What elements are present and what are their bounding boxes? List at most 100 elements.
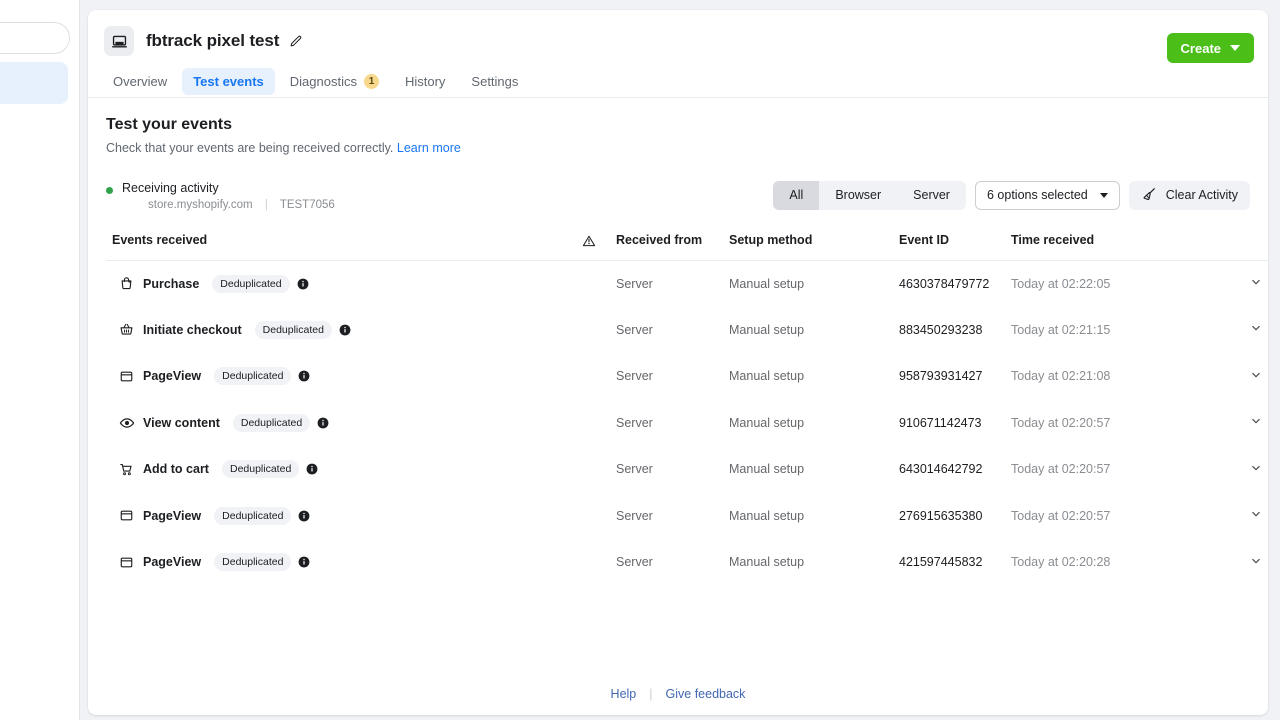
cell-expand: [1226, 353, 1268, 400]
tab-diagnostics[interactable]: Diagnostics 1: [279, 68, 390, 95]
diagnostics-badge: 1: [363, 74, 379, 89]
chevron-down-icon[interactable]: [1249, 554, 1263, 568]
info-icon[interactable]: [298, 556, 310, 568]
options-dropdown[interactable]: 6 options selected: [974, 180, 1120, 210]
filter-server-button[interactable]: Server: [897, 181, 966, 210]
filter-controls: All Browser Server 6 options selected Cl…: [773, 180, 1250, 210]
cell-warning: [561, 353, 616, 400]
chevron-down-icon[interactable]: [1249, 507, 1263, 521]
activity-status-block: Receiving activity store.myshopify.com |…: [106, 180, 335, 211]
browser-icon: [118, 369, 135, 384]
col-event-id: Event ID: [899, 233, 1011, 261]
info-icon[interactable]: [298, 370, 310, 382]
source-segmented-control: All Browser Server: [773, 180, 966, 210]
cell-expand: [1226, 493, 1268, 540]
main-card: fbtrack pixel test Create Overview Test …: [88, 10, 1268, 715]
clear-activity-button[interactable]: Clear Activity: [1128, 180, 1250, 210]
cell-setup-method: Manual setup: [729, 462, 805, 477]
chevron-down-icon[interactable]: [1249, 275, 1263, 289]
info-icon[interactable]: [297, 278, 309, 290]
left-sidebar: [0, 0, 80, 720]
tab-label: Overview: [113, 74, 168, 89]
event-name: PageView: [143, 508, 202, 523]
page-body: Test your events Check that your events …: [88, 98, 1268, 586]
info-icon[interactable]: [317, 417, 329, 429]
cell-expand: [1226, 260, 1268, 307]
cell-event: Purchase Deduplicated: [106, 260, 561, 307]
col-received-from: Received from: [616, 233, 729, 261]
filter-browser-button[interactable]: Browser: [819, 181, 897, 210]
tab-label: Settings: [471, 74, 519, 89]
tab-label: Diagnostics: [289, 74, 357, 89]
cell-received-from: Server: [616, 555, 653, 570]
cell-received-from: Server: [616, 369, 653, 384]
col-setup-method: Setup method: [729, 233, 899, 261]
store-domain: store.myshopify.com: [148, 198, 253, 211]
browser-icon: [118, 508, 135, 523]
section-title: Test your events: [106, 116, 232, 133]
event-name: Initiate checkout: [143, 322, 242, 337]
section-subtitle: Check that your events are being receive…: [106, 141, 1250, 155]
status-dot-icon: [106, 186, 113, 194]
cell-event: PageView Deduplicated: [106, 353, 561, 400]
cell-expand: [1226, 307, 1268, 354]
cell-event: View content Deduplicated: [106, 400, 561, 447]
info-icon[interactable]: [306, 463, 318, 475]
cell-setup-method: Manual setup: [729, 276, 805, 291]
cell-received-from: Server: [616, 276, 653, 291]
cell-received-from: Server: [616, 415, 653, 430]
cell-warning: [561, 260, 616, 307]
cell-received-from: Server: [616, 462, 653, 477]
chevron-down-icon[interactable]: [1249, 321, 1263, 335]
create-button-label: Create: [1180, 40, 1221, 56]
tab-history[interactable]: History: [394, 68, 456, 95]
table-row[interactable]: PageView Deduplicated Server Manual setup 42…: [106, 539, 1268, 586]
deduplicated-badge: Deduplicated: [221, 460, 300, 479]
table-row[interactable]: Purchase Deduplicated Server Manual setup 46…: [106, 260, 1268, 307]
info-icon[interactable]: [339, 324, 351, 336]
tab-settings[interactable]: Settings: [460, 68, 529, 95]
chevron-down-icon: [1230, 45, 1240, 51]
deduplicated-badge: Deduplicated: [214, 553, 292, 572]
info-icon[interactable]: [298, 510, 310, 522]
deduplicated-badge: Deduplicated: [232, 413, 311, 432]
sidebar-search-input[interactable]: [0, 22, 70, 54]
create-button[interactable]: Create: [1166, 33, 1254, 63]
cell-expand: [1226, 539, 1268, 586]
tab-test-events[interactable]: Test events: [182, 68, 275, 95]
shopping-bag-icon: [118, 276, 135, 291]
footer-separator: |: [649, 687, 653, 701]
pencil-icon[interactable]: [288, 34, 303, 49]
table-row[interactable]: Add to cart Deduplicated Server Manual setu…: [106, 446, 1268, 493]
chevron-down-icon[interactable]: [1249, 368, 1263, 382]
eye-icon: [118, 415, 135, 431]
cell-event-id: 910671142473: [899, 415, 982, 430]
help-link[interactable]: Help: [611, 687, 637, 701]
cell-event: PageView Deduplicated: [106, 539, 561, 586]
event-name: PageView: [143, 369, 202, 384]
event-name: View content: [143, 415, 220, 430]
tab-overview[interactable]: Overview: [102, 68, 178, 95]
cell-event-id: 883450293238: [899, 322, 983, 337]
col-time-received: Time received: [1011, 233, 1226, 261]
broom-icon: [1141, 186, 1157, 205]
cell-event-id: 276915635380: [899, 508, 983, 523]
filter-all-button[interactable]: All: [773, 180, 820, 210]
table-row[interactable]: PageView Deduplicated Server Manual setup 95…: [106, 353, 1268, 400]
activity-status-label: Receiving activity: [122, 180, 219, 195]
learn-more-link[interactable]: Learn more: [397, 141, 461, 155]
cell-warning: [561, 400, 616, 447]
test-code: TEST7056: [279, 198, 335, 211]
chevron-down-icon[interactable]: [1249, 461, 1263, 475]
table-row[interactable]: View content Deduplicated Server Manual set…: [106, 400, 1268, 447]
cell-time-received: Today at 02:20:28: [1011, 555, 1111, 570]
cell-event: Add to cart Deduplicated: [106, 446, 561, 493]
cell-setup-method: Manual setup: [729, 508, 805, 523]
table-body: Purchase Deduplicated Server Manual setup 46…: [106, 260, 1268, 586]
table-row[interactable]: PageView Deduplicated Server Manual setup 27…: [106, 493, 1268, 540]
table-row[interactable]: Initiate checkout Deduplicated Server Manua…: [106, 307, 1268, 354]
give-feedback-link[interactable]: Give feedback: [666, 687, 746, 701]
chevron-down-icon[interactable]: [1249, 414, 1263, 428]
sidebar-selected-item[interactable]: [0, 62, 68, 104]
deduplicated-badge: Deduplicated: [214, 506, 292, 525]
